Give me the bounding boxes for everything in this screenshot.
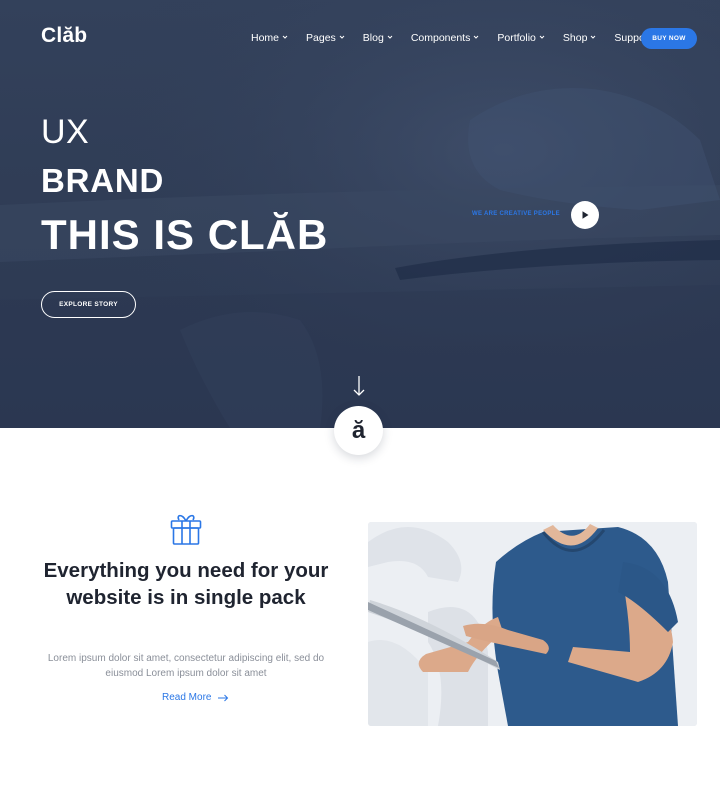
menu-item-pages[interactable]: Pages [306,32,345,44]
hero-heading-line-1: UX [41,113,90,151]
read-more-label: Read More [162,692,212,703]
arrow-right-icon [218,694,229,701]
menu-item-components[interactable]: Components [411,32,480,44]
main-menu: Home Pages Blog Components Portfolio Sho… [251,32,678,44]
creative-people-label: WE ARE CREATIVE PEOPLE [472,211,560,217]
menu-item-shop[interactable]: Shop [563,32,597,44]
menu-item-label: Home [251,32,280,44]
read-more-link[interactable]: Read More [162,692,229,703]
feature-title: Everything you need for your website is … [43,559,329,609]
feature-photo [368,522,697,726]
menu-item-home[interactable]: Home [251,32,288,44]
chevron-down-icon [539,35,545,39]
hero-heading-line-2: BRAND [41,162,165,199]
menu-item-label: Pages [306,32,336,44]
menu-item-portfolio[interactable]: Portfolio [497,32,545,44]
chevron-down-icon [282,35,288,39]
menu-item-label: Blog [362,32,384,44]
top-navigation: Clăb Home Pages Blog Components Portfoli… [0,0,720,76]
brand-badge: ă [334,406,383,455]
menu-item-label: Components [410,32,471,44]
hero-heading-line-3: THIS IS CLĂB [41,211,329,258]
chevron-down-icon [387,35,393,39]
menu-item-label: Portfolio [497,32,536,44]
chevron-down-icon [474,35,479,39]
feature-description: Lorem ipsum dolor sit amet, consectetur … [47,653,325,679]
chevron-down-icon [591,35,596,39]
gift-icon [170,514,202,545]
logo[interactable]: Clăb [41,24,87,48]
explore-story-button[interactable]: EXPLORE STORY [41,291,136,318]
play-icon [582,211,589,219]
menu-item-label: Shop [562,32,588,44]
chevron-down-icon [339,35,345,39]
arrow-down-icon[interactable] [350,374,368,398]
hero-section: Clăb Home Pages Blog Components Portfoli… [0,0,720,428]
menu-item-blog[interactable]: Blog [363,32,393,44]
buy-now-button[interactable]: BUY NOW [641,28,697,49]
play-video-button[interactable] [571,201,599,229]
